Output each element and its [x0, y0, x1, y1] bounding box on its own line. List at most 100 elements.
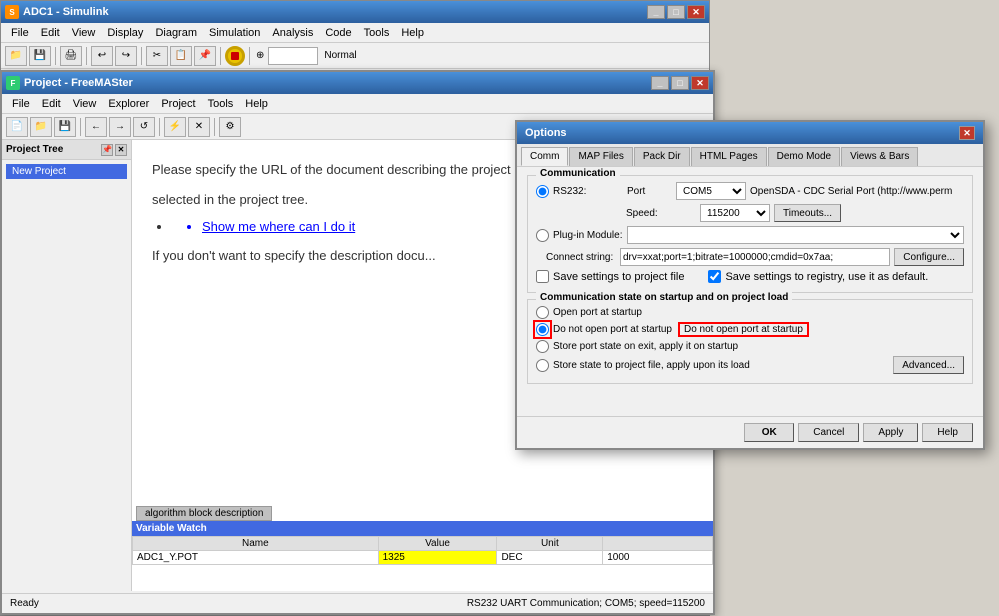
speed-select[interactable]: 115200	[700, 204, 770, 222]
freemaster-title: Project - FreeMASter	[24, 77, 651, 89]
zoom-input[interactable]: 10.0	[268, 47, 318, 65]
maximize-button[interactable]: □	[667, 5, 685, 19]
close-button[interactable]: ✕	[687, 5, 705, 19]
fm-toolbar-refresh[interactable]: ↺	[133, 117, 155, 137]
menu-help[interactable]: Help	[395, 25, 430, 41]
toolbar-sep3	[141, 47, 142, 65]
apply-button[interactable]: Apply	[863, 423, 918, 442]
toolbar-copy[interactable]: 📋	[170, 46, 192, 66]
fm-menu-help[interactable]: Help	[239, 96, 274, 112]
menu-tools[interactable]: Tools	[358, 25, 396, 41]
startup-option-3: Store port state on exit, apply it on st…	[536, 340, 964, 353]
speed-label: Speed:	[626, 208, 696, 219]
toolbar-open[interactable]: 📁	[5, 46, 27, 66]
tab-pack-dir[interactable]: Pack Dir	[634, 147, 690, 166]
cancel-button[interactable]: Cancel	[798, 423, 859, 442]
var-name: ADC1_Y.POT	[133, 551, 379, 565]
toolbar-paste[interactable]: 📌	[194, 46, 216, 66]
startup-group-label: Communication state on startup and on pr…	[536, 292, 792, 303]
fm-toolbar-disconnect[interactable]: ✕	[188, 117, 210, 137]
rs232-radio[interactable]	[536, 185, 549, 198]
fm-menu-project[interactable]: Project	[155, 96, 201, 112]
communication-group: Communication RS232: Port COM5 OpenSDA -…	[527, 175, 973, 293]
new-project-item[interactable]: New Project	[6, 164, 127, 179]
fm-maximize-button[interactable]: □	[671, 76, 689, 90]
startup-option-4: Store state to project file, apply upon …	[536, 356, 964, 374]
timeouts-button[interactable]: Timeouts...	[774, 204, 841, 222]
tab-map-files[interactable]: MAP Files	[569, 147, 632, 166]
col-extra	[603, 537, 713, 551]
sidebar-title: Project Tree	[6, 144, 63, 155]
status-comm: RS232 UART Communication; COM5; speed=11…	[467, 598, 705, 609]
tab-html-pages[interactable]: HTML Pages	[691, 147, 767, 166]
fm-menu-edit[interactable]: Edit	[36, 96, 67, 112]
help-button[interactable]: Help	[922, 423, 973, 442]
variable-watch-header: Variable Watch	[132, 521, 713, 536]
startup-label-1: Open port at startup	[553, 307, 642, 318]
save-project-row: Save settings to project file Save setti…	[536, 270, 964, 283]
advanced-button[interactable]: Advanced...	[893, 356, 964, 374]
fm-close-button[interactable]: ✕	[691, 76, 709, 90]
toolbar-undo[interactable]: ↩	[91, 46, 113, 66]
stop-button[interactable]	[225, 46, 245, 66]
rs232-row: RS232: Port COM5 OpenSDA - CDC Serial Po…	[536, 182, 964, 200]
startup-radio-4[interactable]	[536, 359, 549, 372]
tab-views-bars[interactable]: Views & Bars	[841, 147, 918, 166]
freemaster-menubar: File Edit View Explorer Project Tools He…	[2, 94, 713, 114]
startup-radio-1[interactable]	[536, 306, 549, 319]
plugin-select[interactable]	[627, 226, 964, 244]
menu-code[interactable]: Code	[319, 25, 357, 41]
menu-file[interactable]: File	[5, 25, 35, 41]
configure-button[interactable]: Configure...	[894, 248, 964, 266]
startup-label-3: Store port state on exit, apply it on st…	[553, 341, 738, 352]
save-registry-checkbox[interactable]	[708, 270, 721, 283]
toolbar-print[interactable]: 🖨	[60, 46, 82, 66]
zoom-label: ⊕	[256, 50, 264, 61]
toolbar-redo[interactable]: ↪	[115, 46, 137, 66]
fm-menu-file[interactable]: File	[6, 96, 36, 112]
plugin-label: Plug-in Module:	[553, 230, 623, 241]
toolbar-cut[interactable]: ✂	[146, 46, 168, 66]
toolbar-save[interactable]: 💾	[29, 46, 51, 66]
plugin-row: Plug-in Module:	[536, 226, 964, 244]
port-description: OpenSDA - CDC Serial Port (http://www.pe…	[750, 186, 964, 197]
port-select[interactable]: COM5	[676, 182, 746, 200]
fm-toolbar-connect[interactable]: ⚡	[164, 117, 186, 137]
sidebar-controls: 📌 ✕	[101, 144, 127, 156]
menu-view[interactable]: View	[66, 25, 102, 41]
fm-menu-explorer[interactable]: Explorer	[102, 96, 155, 112]
minimize-button[interactable]: _	[647, 5, 665, 19]
fm-menu-tools[interactable]: Tools	[202, 96, 240, 112]
menu-edit[interactable]: Edit	[35, 25, 66, 41]
sidebar-pin-button[interactable]: 📌	[101, 144, 113, 156]
menu-display[interactable]: Display	[101, 25, 149, 41]
startup-radio-3[interactable]	[536, 340, 549, 353]
menu-simulation[interactable]: Simulation	[203, 25, 266, 41]
save-project-label: Save settings to project file	[553, 271, 684, 283]
fm-toolbar-forward[interactable]: →	[109, 117, 131, 137]
fm-toolbar-open[interactable]: 📁	[30, 117, 52, 137]
save-project-checkbox[interactable]	[536, 270, 549, 283]
fm-toolbar-back[interactable]: ←	[85, 117, 107, 137]
fm-toolbar-new[interactable]: 📄	[6, 117, 28, 137]
simulink-titlebar: S ADC1 - Simulink _ □ ✕	[1, 1, 709, 23]
fm-toolbar-save[interactable]: 💾	[54, 117, 76, 137]
var-value: 1325	[378, 551, 497, 565]
tab-comm[interactable]: Comm	[521, 147, 568, 166]
tab-demo-mode[interactable]: Demo Mode	[768, 147, 840, 166]
menu-diagram[interactable]: Diagram	[149, 25, 203, 41]
fm-minimize-button[interactable]: _	[651, 76, 669, 90]
sidebar-close-btn[interactable]: ✕	[115, 144, 127, 156]
freemaster-titlebar: F Project - FreeMASter _ □ ✕	[2, 72, 713, 94]
col-name: Name	[133, 537, 379, 551]
fm-toolbar-settings[interactable]: ⚙	[219, 117, 241, 137]
plugin-radio[interactable]	[536, 229, 549, 242]
menu-analysis[interactable]: Analysis	[266, 25, 319, 41]
fm-menu-view[interactable]: View	[67, 96, 103, 112]
ok-button[interactable]: OK	[744, 423, 794, 442]
freemaster-statusbar: Ready RS232 UART Communication; COM5; sp…	[2, 593, 713, 613]
startup-radio-2[interactable]	[536, 323, 549, 336]
sidebar: Project Tree 📌 ✕ New Project	[2, 140, 132, 591]
options-close-button[interactable]: ✕	[959, 126, 975, 140]
connect-input[interactable]	[620, 248, 890, 266]
